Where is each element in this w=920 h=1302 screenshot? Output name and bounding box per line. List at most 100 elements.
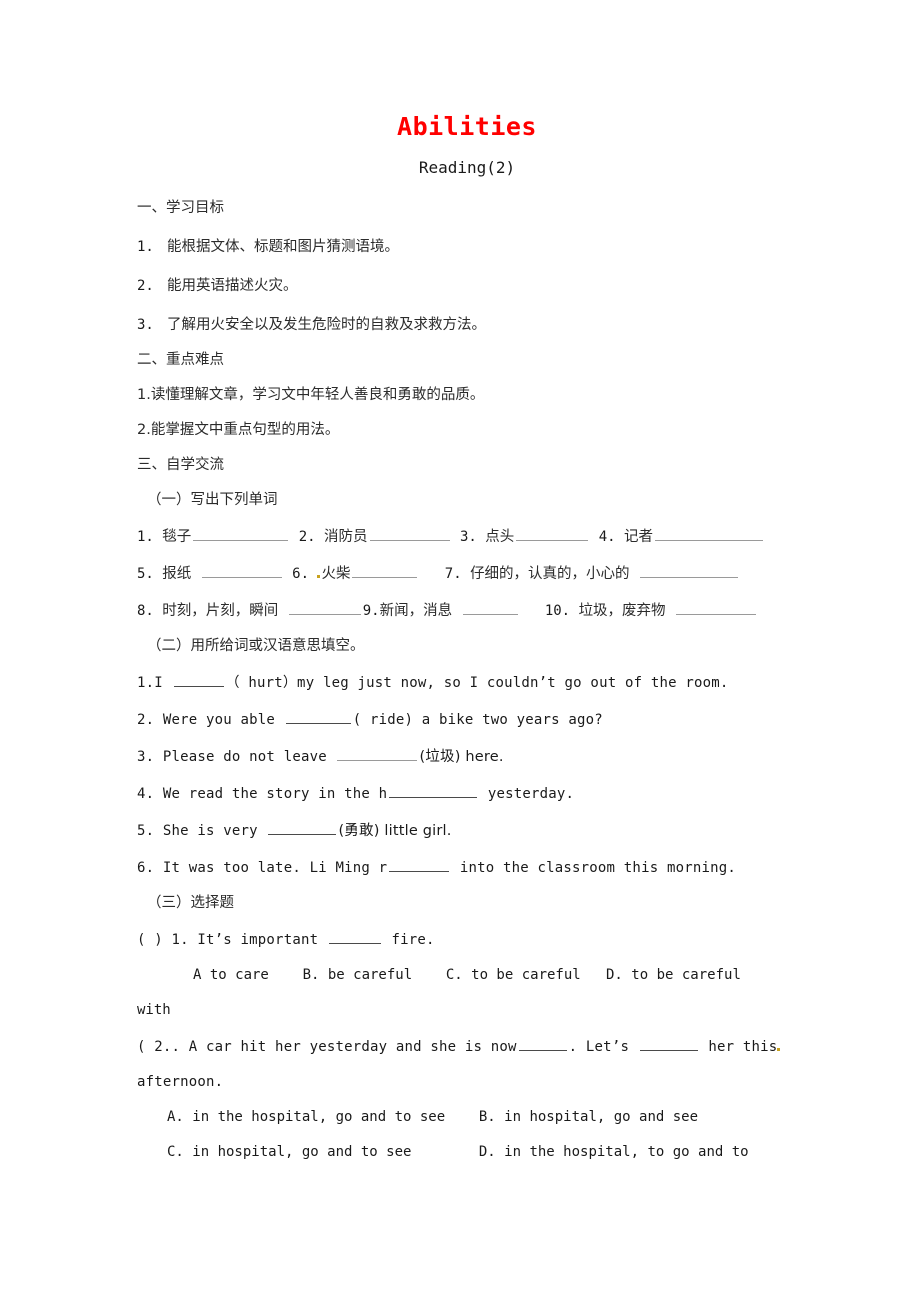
choice-option-a[interactable]: A. in the hospital, go and to see: [167, 1109, 445, 1125]
vocab-blank[interactable]: [640, 564, 738, 578]
vocab-word: 点头: [485, 529, 515, 545]
vocab-blank[interactable]: [676, 601, 756, 615]
answer-blank[interactable]: [328, 930, 381, 944]
answer-blank[interactable]: [285, 710, 351, 724]
objective-item-1: 1. 能根据文体、标题和图片猜测语境。: [137, 235, 797, 256]
vocab-blank[interactable]: [201, 564, 282, 578]
fill-question-1: 1.I （ hurt）my leg just now, so I couldn’…: [137, 673, 797, 692]
choice-options-row[interactable]: A to care B. be careful C. to be careful…: [137, 967, 797, 984]
key-point-2: 2.能掌握文中重点句型的用法。: [137, 422, 340, 438]
fill-question-2: 2. Were you able ( ride) a bike two year…: [137, 710, 797, 729]
objective-text: 了解用火安全以及发生危险时的自救及求救方法。: [167, 317, 486, 333]
vocab-blank[interactable]: [369, 527, 450, 541]
answer-blank[interactable]: [518, 1037, 567, 1051]
page-title: Abilities: [397, 112, 537, 141]
vocab-blank[interactable]: [193, 527, 289, 541]
page-subtitle: Reading(2): [418, 158, 516, 177]
vocab-index: 9.: [362, 603, 380, 619]
answer-blank[interactable]: [389, 784, 478, 798]
choice-options-row[interactable]: C. in hospital, go and to see D. in the …: [137, 1144, 797, 1161]
question-suffix: （ hurt）my leg just now, so I couldn’t go…: [225, 675, 729, 691]
subsection-heading-part-three: （三）选择题: [147, 895, 234, 911]
fill-question-6: 6. It was too late. Li Ming r into the c…: [137, 858, 797, 877]
objective-item-3: 3. 了解用火安全以及发生危险时的自救及求救方法。: [137, 313, 797, 334]
vocab-index: 1.: [137, 529, 154, 545]
objective-text: 能根据文体、标题和图片猜测语境。: [167, 239, 399, 255]
vocab-row: 8. 时刻，片刻，瞬间 9.新闻，消息 10. 垃圾，废弃物: [137, 601, 797, 620]
section-heading-key-points: 二、重点难点: [137, 352, 224, 368]
vocab-word: 消防员: [324, 529, 368, 545]
vocab-word: 记者: [624, 529, 653, 545]
choice-option-b[interactable]: B. in hospital, go and see: [479, 1109, 698, 1125]
fill-question-3: 3. Please do not leave (垃圾) here.: [137, 747, 797, 766]
question-prefix: 6. It was too late. Li Ming r: [137, 860, 388, 876]
answer-blank[interactable]: [268, 821, 337, 835]
vocab-index: 7.: [444, 566, 462, 582]
key-point-1: 1.读懂理解文章，学习文中年轻人善良和勇敢的品质。: [137, 387, 485, 403]
question-prefix: ( 2.. A car hit her yesterday and she is…: [137, 1039, 517, 1055]
question-overflow-text: afternoon.: [137, 1074, 224, 1090]
choice-options-overflow-text: with: [137, 1002, 171, 1018]
vocab-blank[interactable]: [516, 527, 589, 541]
vocab-row: 5. 报纸 6. 火柴 7. 仔细的，认真的，小心的: [137, 564, 797, 583]
choice-question-2-stem: ( 2.. A car hit her yesterday and she is…: [137, 1037, 797, 1056]
choice-option-c[interactable]: C. in hospital, go and to see: [167, 1144, 411, 1160]
vocab-word: 时刻，片刻，瞬间: [162, 603, 279, 619]
question-prefix: 2. Were you able: [137, 712, 284, 728]
section-heading-self-study: 三、自学交流: [137, 457, 224, 473]
question-suffix: ( ride) a bike two years ago?: [352, 712, 603, 728]
vocab-word: 报纸: [162, 566, 192, 582]
vocab-word: 仔细的，认真的，小心的: [470, 566, 630, 582]
document-body: Abilities Reading(2) 一、学习目标 1. 能根据文体、标题和图…: [137, 112, 797, 1179]
vocab-word: 垃圾，废弃物: [578, 603, 666, 619]
vocab-row: 1. 毯子 2. 消防员 3. 点头 4. 记者: [137, 527, 797, 546]
choice-question-1-stem: ( ) 1. It’s important fire.: [137, 930, 797, 949]
vocab-blank[interactable]: [288, 601, 361, 615]
question-suffix: into the classroom this morning.: [451, 860, 736, 876]
question-prefix: 4. We read the story in the h: [137, 786, 388, 802]
fill-question-4: 4. We read the story in the h yesterday.: [137, 784, 797, 803]
objective-text: 能用英语描述火灾。: [167, 278, 298, 294]
section-heading-objectives: 一、学习目标: [137, 200, 224, 216]
vocab-index: 6.: [292, 566, 310, 582]
subsection-heading-part-one: （一）写出下列单词: [147, 492, 278, 508]
vocab-blank[interactable]: [462, 601, 518, 615]
answer-blank[interactable]: [389, 858, 450, 872]
vocab-index: 3.: [459, 529, 477, 545]
question-prefix: 3. Please do not leave: [137, 749, 336, 765]
question-suffix: (垃圾) here.: [419, 749, 504, 765]
vocab-word: 火柴: [321, 566, 351, 582]
choice-options-text: A to care B. be careful C. to be careful…: [193, 967, 741, 983]
answer-blank[interactable]: [337, 747, 418, 761]
objective-index: 2.: [137, 278, 154, 294]
vocab-word: 新闻，消息: [379, 603, 453, 619]
objective-item-2: 2. 能用英语描述火灾。: [137, 274, 797, 295]
question-suffix: yesterday.: [479, 786, 575, 802]
objective-index: 1.: [137, 239, 154, 255]
question-prefix: 5. She is very: [137, 823, 267, 839]
question-middle: . Let’s: [568, 1039, 638, 1055]
choice-options-row[interactable]: A. in the hospital, go and to see B. in …: [137, 1109, 797, 1126]
vocab-word: 毯子: [162, 529, 192, 545]
vocab-index: 4.: [598, 529, 616, 545]
vocab-index: 5.: [137, 566, 154, 582]
question-prefix: 1.I: [137, 675, 172, 691]
question-suffix: fire.: [382, 932, 435, 948]
choice-options-overflow: with: [137, 1002, 797, 1019]
fill-question-5: 5. She is very (勇敢) little girl.: [137, 821, 797, 840]
objective-index: 3.: [137, 317, 154, 333]
vocab-blank[interactable]: [352, 564, 418, 578]
choice-question-2-overflow: afternoon.: [137, 1074, 797, 1091]
question-suffix: her this: [699, 1039, 778, 1055]
answer-blank[interactable]: [639, 1037, 698, 1051]
subsection-heading-part-two: （二）用所给词或汉语意思填空。: [147, 638, 365, 654]
highlight-mark-icon: [777, 1048, 781, 1051]
vocab-index: 2.: [298, 529, 316, 545]
vocab-index: 8.: [137, 603, 154, 619]
question-prefix: ( ) 1. It’s important: [137, 932, 327, 948]
question-suffix: (勇敢) little girl.: [338, 823, 452, 839]
vocab-index: 10.: [544, 603, 571, 619]
choice-option-d[interactable]: D. in the hospital, to go and to: [479, 1144, 749, 1160]
answer-blank[interactable]: [173, 673, 224, 687]
vocab-blank[interactable]: [655, 527, 763, 541]
